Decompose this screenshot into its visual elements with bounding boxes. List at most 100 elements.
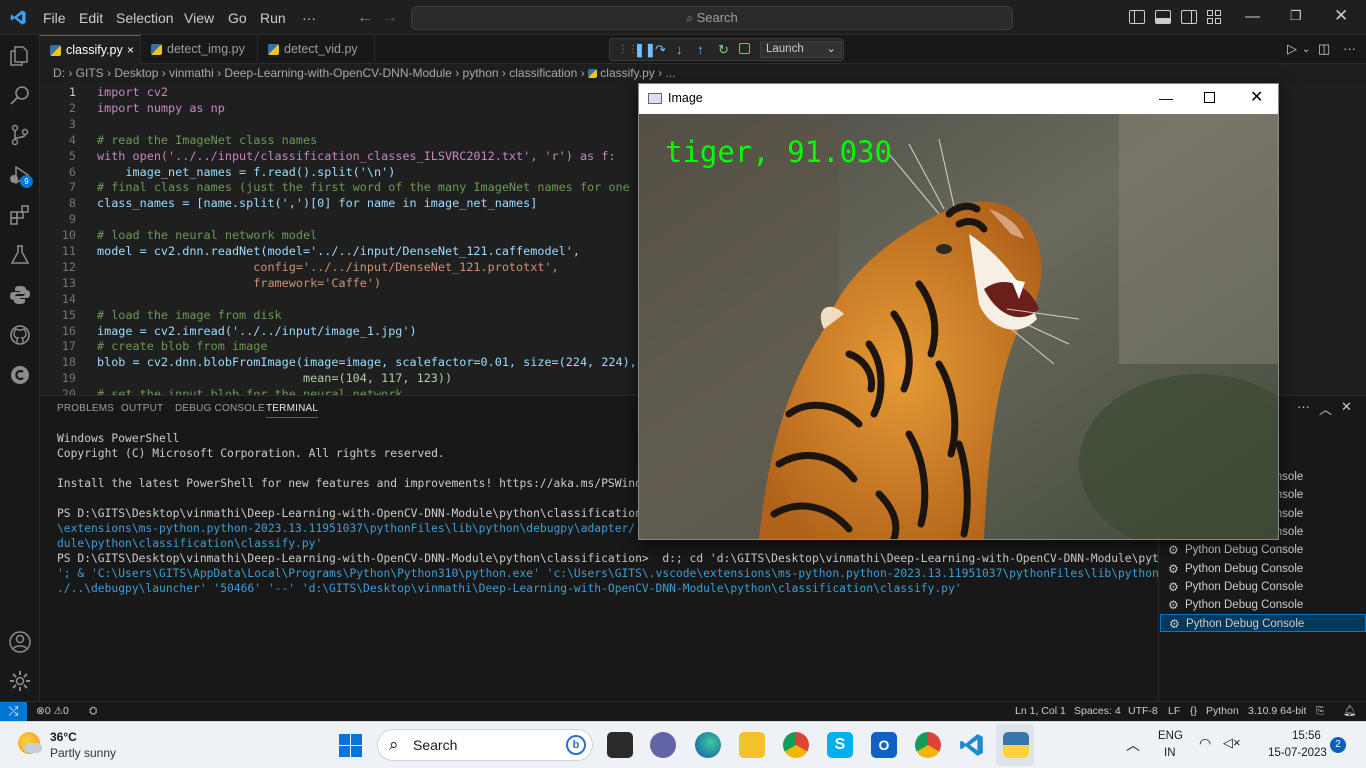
python-icon[interactable] [8, 283, 32, 307]
manage-gear-icon[interactable] [8, 669, 32, 693]
outlook-icon[interactable]: O [871, 732, 897, 758]
breadcrumb-item[interactable]: Deep-Learning-with-OpenCV-DNN-Module [224, 66, 451, 80]
python-taskbar-icon[interactable] [1003, 732, 1029, 758]
close-panel-icon[interactable]: ✕ [1341, 399, 1352, 415]
run-python-file-icon[interactable]: ▷ [1287, 41, 1297, 57]
teams-icon[interactable] [650, 732, 676, 758]
forward-arrow-icon[interactable]: → [382, 9, 398, 27]
vscode-taskbar-icon[interactable] [959, 732, 985, 758]
notification-badge[interactable]: 2 [1330, 737, 1346, 753]
terminal-instance[interactable]: ⚙ Python Debug Console [1160, 614, 1366, 633]
tab-close-icon[interactable]: × [127, 36, 134, 65]
breadcrumb-item[interactable]: python [463, 66, 499, 80]
minimize-icon[interactable]: — [1159, 84, 1173, 112]
menu-more[interactable]: ··· [302, 10, 316, 26]
language-indicator[interactable]: ENG [1158, 730, 1183, 742]
breadcrumb-item[interactable]: GITS [76, 66, 104, 80]
menu-file[interactable]: File [43, 10, 66, 26]
terminal-instance[interactable]: ⚙ Python Debug Console [1160, 560, 1366, 578]
remote-indicator-icon[interactable]: ⤭ [0, 702, 27, 721]
notifications-bell-icon[interactable]: 🔔︎ [1343, 702, 1356, 721]
terminal-instance[interactable]: ⚙ Python Debug Console [1160, 541, 1366, 559]
encoding[interactable]: UTF-8 [1128, 702, 1158, 721]
file-explorer-icon[interactable] [739, 732, 765, 758]
tab-problems[interactable]: PROBLEMS [57, 403, 114, 414]
breadcrumb-item[interactable]: classify.py [600, 66, 654, 80]
skype-icon[interactable]: S [827, 732, 853, 758]
panel-more-icon[interactable]: ··· [1297, 399, 1310, 414]
github-icon[interactable] [8, 323, 32, 347]
stop-icon[interactable] [739, 43, 750, 54]
split-editor-icon[interactable]: ◫ [1318, 41, 1330, 57]
chrome-icon[interactable] [783, 732, 809, 758]
step-over-icon[interactable]: ↷ [655, 42, 666, 58]
task-view-icon[interactable] [607, 732, 633, 758]
cursor-position[interactable]: Ln 1, Col 1 [1015, 702, 1066, 721]
run-dropdown-icon[interactable]: ⌄ [1302, 44, 1310, 55]
tab-classify-py[interactable]: classify.py × [40, 35, 141, 64]
edge-icon[interactable] [695, 732, 721, 758]
menu-go[interactable]: Go [228, 10, 247, 26]
menu-edit[interactable]: Edit [79, 10, 103, 26]
extensions-icon[interactable] [8, 203, 32, 227]
opencv-image-window[interactable]: Image — ✕ tiger, 91.030 [638, 83, 1279, 540]
codegpt-icon[interactable] [8, 363, 32, 387]
breadcrumb-item[interactable]: vinmathi [169, 66, 214, 80]
volume-muted-icon[interactable]: ◁× [1223, 735, 1241, 751]
debug-status-icon[interactable]: ⛭ [89, 702, 97, 721]
step-into-icon[interactable]: ↓ [676, 42, 683, 57]
back-arrow-icon[interactable]: ← [357, 9, 373, 27]
system-tray-chevron-icon[interactable]: ︿ [1126, 735, 1140, 755]
chrome-profile-icon[interactable] [915, 732, 941, 758]
language-mode[interactable]: Python [1206, 702, 1239, 721]
explorer-icon[interactable] [8, 44, 32, 68]
close-icon[interactable]: ✕ [1334, 6, 1348, 26]
language-region[interactable]: IN [1164, 747, 1176, 759]
step-out-icon[interactable]: ↑ [697, 42, 704, 57]
clock-date[interactable]: 15-07-2023 [1268, 747, 1327, 759]
clock-time[interactable]: 15:56 [1292, 730, 1321, 742]
menu-view[interactable]: View [184, 10, 214, 26]
minimize-icon[interactable]: — [1245, 8, 1260, 25]
terminal-instance[interactable]: ⚙ Python Debug Console [1160, 596, 1366, 614]
wifi-icon[interactable]: ◠ [1199, 735, 1211, 752]
toggle-secondary-sidebar-icon[interactable] [1181, 10, 1197, 24]
problems-status[interactable]: ⊗0 ⚠0 [36, 702, 69, 721]
menu-run[interactable]: Run [260, 10, 286, 26]
breadcrumb-item[interactable]: ... [665, 66, 675, 80]
testing-flask-icon[interactable] [8, 243, 32, 267]
taskbar-search[interactable]: ⌕ Search b [377, 729, 593, 761]
source-control-icon[interactable] [8, 123, 32, 147]
eol[interactable]: LF [1168, 702, 1180, 721]
tab-debug-console[interactable]: DEBUG CONSOLE [175, 403, 265, 414]
launch-config-select[interactable]: Launch ⌄ [760, 41, 842, 58]
close-icon[interactable]: ✕ [1250, 84, 1263, 112]
accounts-icon[interactable] [8, 630, 32, 654]
maximize-panel-icon[interactable]: ︿ [1319, 399, 1332, 418]
tab-detect-vid-py[interactable]: detect_vid.py [258, 35, 375, 64]
toggle-panel-icon[interactable] [1155, 10, 1171, 24]
image-window-titlebar[interactable]: Image — ✕ [639, 84, 1278, 114]
start-button[interactable] [339, 734, 363, 758]
tab-detect-img-py[interactable]: detect_img.py [141, 35, 258, 64]
tab-terminal[interactable]: TERMINAL [266, 403, 319, 418]
pause-icon[interactable]: ❚❚ [634, 42, 656, 58]
search-sidebar-icon[interactable] [8, 84, 32, 108]
toggle-primary-sidebar-icon[interactable] [1129, 10, 1145, 24]
customize-layout-icon[interactable] [1207, 10, 1223, 24]
braces-icon[interactable]: {} [1190, 702, 1197, 721]
maximize-icon[interactable] [1204, 92, 1215, 103]
restore-icon[interactable]: ❐ [1290, 8, 1302, 24]
indentation[interactable]: Spaces: 4 [1074, 702, 1121, 721]
breadcrumb-item[interactable]: Desktop [114, 66, 158, 80]
python-interpreter[interactable]: 3.10.9 64-bit [1248, 702, 1306, 721]
weather-widget[interactable]: 36°C Partly sunny [18, 730, 128, 762]
terminal-instance[interactable]: ⚙ Python Debug Console [1160, 578, 1366, 596]
restart-icon[interactable]: ↻ [718, 42, 729, 58]
more-actions-icon[interactable]: ··· [1343, 41, 1356, 56]
feedback-icon[interactable]: ⎘ [1316, 702, 1324, 721]
menu-selection[interactable]: Selection [116, 10, 174, 26]
command-center-search[interactable]: ⌕ Search [411, 6, 1013, 30]
breadcrumb-item[interactable]: classification [509, 66, 577, 80]
tab-output[interactable]: OUTPUT [121, 403, 163, 414]
